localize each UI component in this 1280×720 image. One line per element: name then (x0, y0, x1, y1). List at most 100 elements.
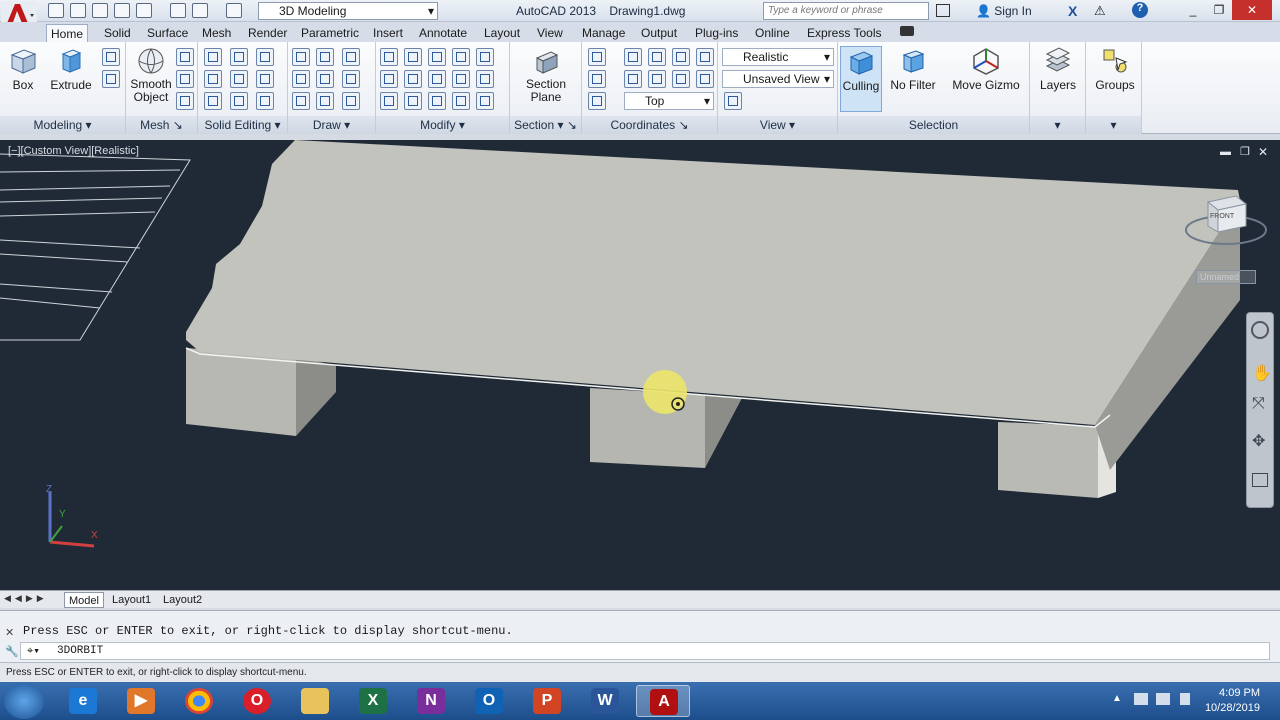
shell-icon[interactable] (256, 92, 274, 110)
new-file-icon[interactable] (48, 3, 64, 18)
ucs-object-icon[interactable] (588, 92, 606, 110)
3d-rotate-icon[interactable] (404, 48, 422, 66)
view-top-dropdown[interactable]: Top ▾ (624, 92, 714, 110)
tab-mesh[interactable]: Mesh (198, 24, 235, 42)
3d-polyline-icon[interactable] (316, 48, 334, 66)
tab-layout2[interactable]: Layout2 (159, 592, 206, 608)
taskbar-chrome[interactable] (172, 685, 226, 717)
save-as-icon[interactable] (114, 3, 130, 18)
help-search-input[interactable]: Type a keyword or phrase (763, 2, 929, 20)
pan-hand-icon[interactable]: ✋ (1252, 363, 1272, 383)
tab-home[interactable]: Home (46, 24, 89, 42)
intersect-icon[interactable] (204, 92, 222, 110)
ucs-previous-icon[interactable] (624, 70, 642, 88)
tab-plugins[interactable]: Plug-ins (691, 24, 742, 42)
tab-model[interactable]: Model (64, 592, 104, 608)
steering-wheel-icon[interactable] (1251, 321, 1269, 339)
close-button[interactable]: ✕ (1232, 0, 1272, 20)
box-button[interactable]: Box (6, 46, 40, 92)
ucs-z-icon[interactable] (696, 48, 714, 66)
tab-solid[interactable]: Solid (100, 24, 135, 42)
undo-icon[interactable] (192, 3, 208, 18)
taskbar-excel[interactable]: X (346, 685, 400, 717)
viewport-minimize-icon[interactable]: ▬ (1220, 146, 1231, 158)
mesh-refine-icon[interactable] (176, 92, 194, 110)
publish-icon[interactable] (136, 3, 152, 18)
plot-icon[interactable] (170, 3, 186, 18)
extrude-faces-icon[interactable] (256, 48, 274, 66)
tab-manage[interactable]: Manage (578, 24, 629, 42)
ucs-x-icon[interactable] (648, 48, 666, 66)
help-icon[interactable]: ? (1132, 2, 1148, 18)
ucs-y-icon[interactable] (672, 48, 690, 66)
taskbar-opera[interactable]: O (230, 685, 284, 717)
triangle-warning-icon[interactable]: ⚠ (1094, 3, 1106, 19)
culling-button[interactable]: Culling (840, 46, 882, 112)
polygon-icon[interactable] (292, 92, 310, 110)
match-properties-icon[interactable] (380, 92, 398, 110)
binoculars-icon[interactable] (936, 4, 950, 17)
ellipse-icon[interactable] (342, 92, 360, 110)
open-file-icon[interactable] (70, 3, 86, 18)
taskbar-autocad[interactable]: A (636, 685, 690, 717)
array-icon[interactable] (476, 92, 494, 110)
volume-icon[interactable] (1180, 693, 1190, 705)
sign-in-button[interactable]: 👤 Sign In (976, 4, 1032, 18)
ucs-origin-icon[interactable] (648, 70, 666, 88)
panel-title-groups[interactable]: ▾ (1086, 116, 1141, 134)
layout-nav-arrows-icon[interactable]: ◀◀▶▶ (4, 593, 48, 604)
orbit-icon[interactable]: ✥ (1252, 431, 1265, 451)
panel-title-modify[interactable]: Modify ▾ (376, 116, 509, 134)
circle-icon[interactable] (342, 70, 360, 88)
extrude-button[interactable]: Extrude (50, 46, 92, 92)
save-icon[interactable] (92, 3, 108, 18)
pallet-3d-model[interactable] (0, 140, 1280, 590)
3d-align-icon[interactable] (452, 48, 470, 66)
action-center-icon[interactable] (1134, 693, 1148, 705)
taskbar-internet-explorer[interactable]: e (56, 685, 110, 717)
tab-online[interactable]: Online (751, 24, 794, 42)
network-icon[interactable] (1156, 693, 1170, 705)
tab-layout[interactable]: Layout (480, 24, 524, 42)
viewport-config-icon[interactable] (724, 92, 742, 110)
ucs-menu[interactable]: Unnamed (1196, 270, 1256, 284)
arc-icon[interactable] (342, 48, 360, 66)
helix-icon[interactable] (316, 70, 334, 88)
command-close-icon[interactable]: ✕ (5, 626, 14, 639)
panel-title-mesh[interactable]: Mesh ↘ (126, 116, 197, 134)
taskbar-powerpoint[interactable]: P (520, 685, 574, 717)
panel-title-draw[interactable]: Draw ▾ (288, 116, 375, 134)
panel-title-layers[interactable]: ▾ (1030, 116, 1085, 134)
3d-array-icon[interactable] (404, 70, 422, 88)
showmotion-icon[interactable] (1252, 473, 1268, 487)
minimize-button[interactable]: _ (1180, 0, 1206, 20)
tab-surface[interactable]: Surface (143, 24, 192, 42)
exchange-icon[interactable]: X (1068, 3, 1077, 19)
command-input[interactable]: ⌖▾ 3DORBIT (20, 642, 1270, 660)
scale-icon[interactable] (380, 48, 398, 66)
start-button[interactable] (4, 683, 44, 719)
viewcube-front-face[interactable]: FRONT (1210, 213, 1234, 220)
spline-icon[interactable] (292, 70, 310, 88)
workspace-dropdown[interactable]: 3D Modeling ▾ (258, 2, 438, 20)
tab-layout1[interactable]: Layout1 (108, 592, 155, 608)
section-plane-button[interactable]: Section Plane (520, 46, 572, 104)
smooth-object-button[interactable]: Smooth Object (128, 46, 174, 104)
subtract-icon[interactable] (204, 70, 222, 88)
show-hidden-icons[interactable]: ▲ (1112, 693, 1122, 704)
polyline-icon[interactable] (292, 48, 310, 66)
tab-insert[interactable]: Insert (369, 24, 407, 42)
tab-annotate[interactable]: Annotate (415, 24, 471, 42)
align-icon[interactable] (404, 92, 422, 110)
named-view-dropdown[interactable]: Unsaved View ▾ (722, 70, 834, 88)
mesh-smooth-less-icon[interactable] (176, 70, 194, 88)
rotate-icon[interactable] (428, 70, 446, 88)
zoom-extents-icon[interactable]: ⤧ (1252, 395, 1265, 413)
tab-view[interactable]: View (533, 24, 567, 42)
fillet-icon[interactable] (476, 70, 494, 88)
extract-edges-icon[interactable] (230, 48, 248, 66)
restore-button[interactable]: ❐ (1206, 0, 1232, 20)
stretch-icon[interactable] (428, 92, 446, 110)
viewport-close-icon[interactable]: ✕ (1258, 145, 1268, 159)
drawing-viewport[interactable]: [−][Custom View][Realistic] FRONT Unname… (0, 140, 1280, 590)
